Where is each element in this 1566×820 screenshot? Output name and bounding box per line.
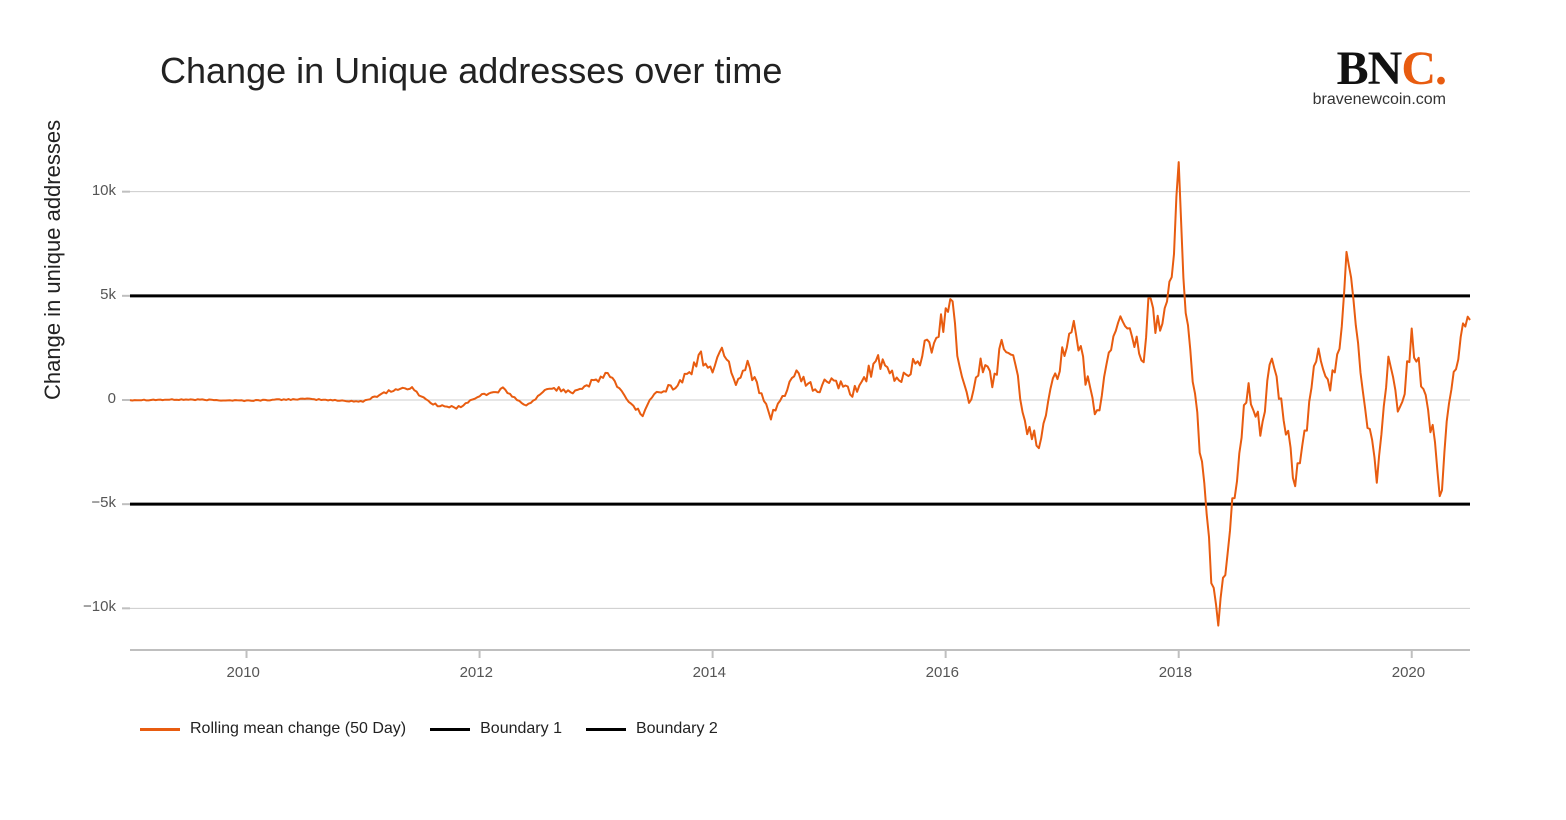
chart-svg <box>60 130 1480 690</box>
legend-label-b1: Boundary 1 <box>480 720 562 738</box>
brand-logo-subtext: bravenewcoin.com <box>1313 91 1446 109</box>
x-tick-label: 2012 <box>460 664 493 681</box>
x-tick-label: 2018 <box>1159 664 1192 681</box>
x-tick-label: 2010 <box>227 664 260 681</box>
y-tick-label: 10k <box>92 182 116 199</box>
legend-item-b1: Boundary 1 <box>430 720 562 738</box>
y-tick-label: 0 <box>108 390 116 407</box>
brand-logo-mark: BNC. <box>1313 45 1446 93</box>
y-tick-label: 5k <box>100 286 116 303</box>
legend-label-b2: Boundary 2 <box>636 720 718 738</box>
brand-logo: BNC. bravenewcoin.com <box>1313 45 1446 109</box>
legend-label-rolling: Rolling mean change (50 Day) <box>190 720 406 738</box>
x-tick-label: 2016 <box>926 664 959 681</box>
chart-title: Change in Unique addresses over time <box>160 50 782 92</box>
legend-item-b2: Boundary 2 <box>586 720 718 738</box>
x-tick-label: 2020 <box>1392 664 1425 681</box>
x-tick-label: 2014 <box>693 664 726 681</box>
legend-item-rolling: Rolling mean change (50 Day) <box>140 720 406 738</box>
legend-swatch-b1 <box>430 728 470 731</box>
chart-plot-area <box>60 130 1480 690</box>
y-tick-label: −5k <box>91 494 116 511</box>
y-tick-label: −10k <box>83 598 116 615</box>
legend-swatch-rolling <box>140 728 180 731</box>
legend-swatch-b2 <box>586 728 626 731</box>
legend: Rolling mean change (50 Day) Boundary 1 … <box>140 720 718 738</box>
